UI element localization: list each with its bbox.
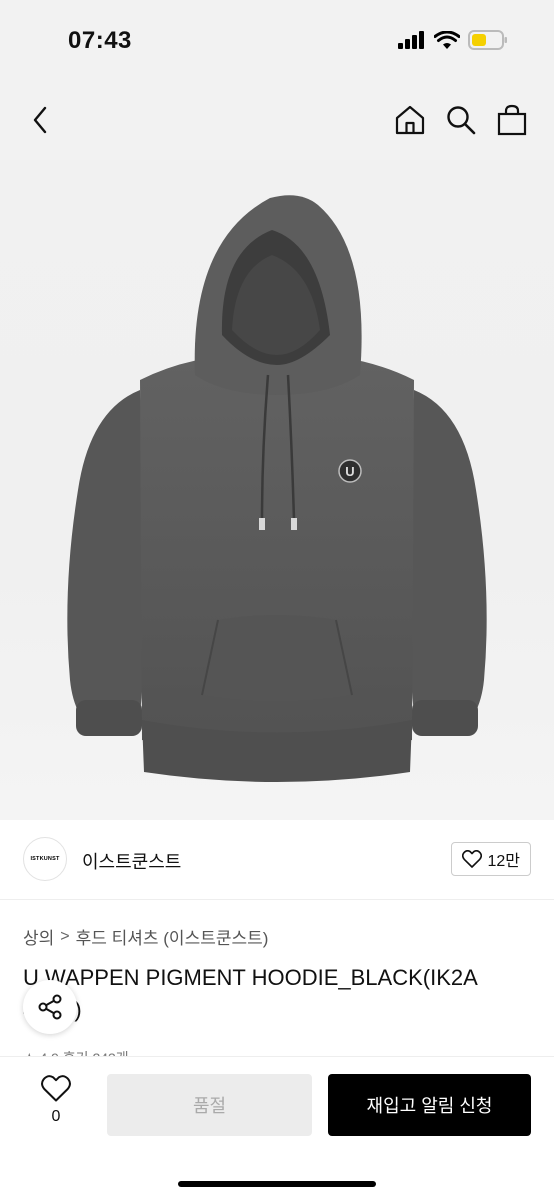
breadcrumb-category[interactable]: 상의 [23,924,54,949]
restock-notify-button[interactable]: 재입고 알림 신청 [328,1074,531,1136]
wifi-icon [434,30,460,49]
heart-icon [462,850,483,868]
wishlist-count: 0 [51,1108,61,1125]
product-title: U WAPPEN PIGMENT HOODIE_BLACK(IK2A 402A) [23,965,477,1022]
status-bar: 07:43 [0,0,554,80]
breadcrumb-separator: > [60,927,70,945]
wishlist-button[interactable]: 0 [26,1075,86,1126]
bag-icon [497,104,527,136]
brand-like-button[interactable]: 12만 [451,842,531,876]
bag-button[interactable] [492,100,532,140]
heart-icon [41,1075,71,1102]
product-image[interactable]: U [0,160,554,820]
search-button[interactable] [441,100,481,140]
brand-logo[interactable]: ISTKUNST [23,837,67,881]
signal-icon [398,31,424,49]
home-indicator [178,1181,376,1187]
back-icon [33,106,47,134]
brand-name[interactable]: 이스트쿤스트 [82,848,181,874]
bottom-action-bar: 0 품절 재입고 알림 신청 [0,1056,554,1200]
home-button[interactable] [390,100,430,140]
share-button[interactable] [23,980,77,1034]
share-icon [38,994,62,1020]
home-icon [395,105,425,135]
soldout-button: 품절 [107,1074,312,1136]
back-button[interactable] [20,100,60,140]
brand-like-count: 12만 [487,853,520,870]
breadcrumb: 상의 > 후드 티셔츠 (이스트쿤스트) [23,924,268,949]
status-time: 07:43 [68,27,132,54]
brand-logo-text: ISTKUNST [30,856,60,862]
svg-text:U: U [345,464,354,479]
header-nav [0,80,554,160]
search-icon [447,106,476,135]
status-icons [398,30,508,50]
battery-icon [468,30,507,50]
breadcrumb-subcategory[interactable]: 후드 티셔츠 (이스트쿤스트) [76,924,269,949]
hoodie-image: U [67,195,487,782]
brand-row: ISTKUNST 이스트쿤스트 12만 [0,822,554,900]
